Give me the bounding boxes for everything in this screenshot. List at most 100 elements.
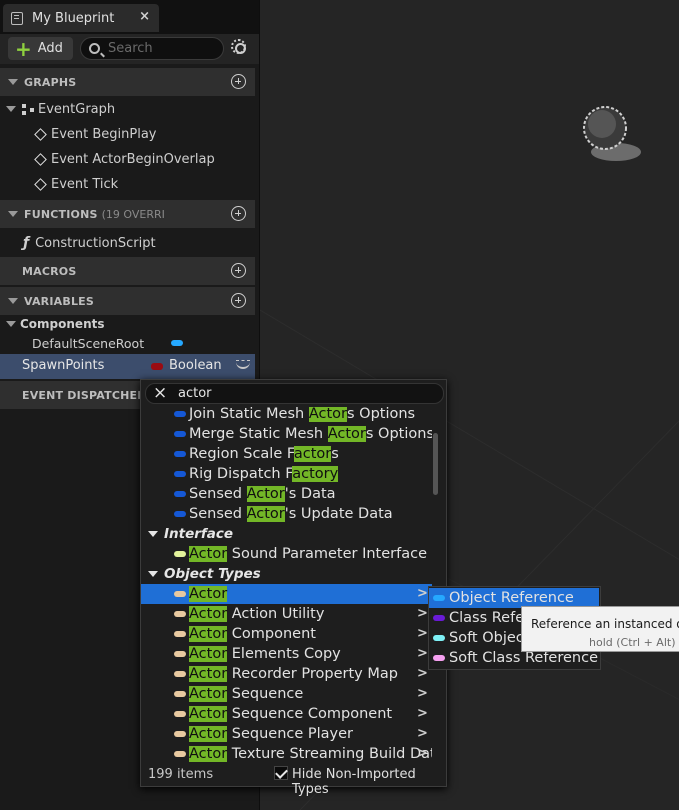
type-list-item[interactable]: Actor Recorder Property Map >	[141, 664, 432, 684]
type-list-item[interactable]: Sensed Actor's Update Data	[141, 504, 432, 524]
eye-closed-icon[interactable]	[236, 360, 250, 369]
type-list-item[interactable]: Rig Dispatch Factory	[141, 464, 432, 484]
collapse-arrow-icon[interactable]	[6, 106, 16, 112]
type-label: Actor Texture Streaming Build Data	[189, 746, 432, 762]
type-pill-icon	[174, 731, 186, 737]
type-list-item[interactable]: Actor Sequence Component >	[141, 704, 432, 724]
variable-type-label[interactable]: Boolean	[169, 358, 222, 373]
tree-item-event[interactable]: Event Tick	[0, 172, 255, 196]
chevron-right-icon[interactable]: >	[417, 684, 428, 704]
gear-icon[interactable]	[231, 39, 246, 54]
section-variables[interactable]: VARIABLES	[0, 287, 255, 315]
type-list-item[interactable]: Actor Sequence >	[141, 684, 432, 704]
type-pill-icon	[174, 491, 186, 497]
object-type-pill-icon	[171, 340, 184, 346]
type-label: Region Scale Factors	[189, 446, 339, 462]
tab-my-blueprint[interactable]: My Blueprint ×	[3, 4, 159, 32]
collapse-arrow-icon[interactable]	[8, 79, 18, 85]
chevron-right-icon[interactable]: >	[417, 744, 428, 762]
type-list-item[interactable]: Actor Action Utility >	[141, 604, 432, 624]
collapse-arrow-icon[interactable]	[8, 211, 18, 217]
type-list-item[interactable]: Region Scale Factors	[141, 444, 432, 464]
type-list-item[interactable]: Actor Sequence Player >	[141, 724, 432, 744]
close-icon[interactable]: ×	[139, 9, 150, 24]
hide-non-imported-label[interactable]: Hide Non-Imported Types	[292, 767, 446, 797]
boolean-type-pill-icon[interactable]	[151, 363, 163, 370]
type-list[interactable]: Join Static Mesh Actors Options Merge Sta…	[141, 407, 432, 762]
type-pill-icon	[433, 595, 445, 601]
type-search-input[interactable]: × actor	[145, 383, 444, 404]
document-icon	[11, 11, 23, 25]
search-placeholder: Search	[108, 41, 153, 56]
collapse-arrow-icon[interactable]	[148, 531, 158, 537]
plus-icon: +	[15, 36, 32, 61]
clear-search-icon[interactable]: ×	[153, 383, 167, 403]
add-variable-icon[interactable]	[231, 293, 246, 308]
type-list-item[interactable]: Actor >	[141, 584, 432, 604]
section-event-dispatchers[interactable]: EVENT DISPATCHERS	[0, 381, 154, 409]
type-pill-icon	[174, 431, 186, 437]
type-category[interactable]: Object Types	[141, 564, 432, 584]
type-pill-icon	[174, 451, 186, 457]
chevron-right-icon[interactable]: >	[417, 624, 428, 644]
variable-type-picker: × actor Join Static Mesh Actors Options M…	[140, 379, 447, 797]
reference-type-item[interactable]: Object Reference	[429, 588, 599, 608]
type-picker-footer: 199 items Hide Non-Imported Types	[141, 763, 446, 797]
section-label: VARIABLES	[24, 294, 94, 308]
chevron-right-icon[interactable]: >	[417, 704, 428, 724]
chevron-right-icon[interactable]: >	[417, 644, 428, 664]
chevron-right-icon[interactable]: >	[417, 664, 428, 684]
section-functions[interactable]: FUNCTIONS (19 OVERRID	[0, 200, 255, 228]
add-graph-icon[interactable]	[231, 74, 246, 89]
type-label: Actor Sequence Player	[189, 726, 354, 742]
type-list-item[interactable]: Actor Sound Parameter Interface	[141, 544, 432, 564]
type-list-item[interactable]: Merge Static Mesh Actors Options	[141, 424, 432, 444]
add-button[interactable]: + Add	[8, 37, 73, 60]
tree-item-event[interactable]: Event BeginPlay	[0, 122, 255, 146]
collapse-arrow-icon[interactable]	[6, 321, 16, 327]
hide-non-imported-checkbox[interactable]	[274, 766, 288, 780]
type-label: Join Static Mesh Actors Options	[189, 407, 416, 422]
type-pill-icon	[433, 655, 445, 661]
chevron-right-icon[interactable]: >	[417, 604, 428, 624]
type-list-item[interactable]: Sensed Actor's Data	[141, 484, 432, 504]
category-components[interactable]: Components	[0, 314, 255, 334]
section-label: FUNCTIONS	[24, 207, 98, 221]
add-function-icon[interactable]	[231, 206, 246, 221]
type-pill-icon	[174, 751, 186, 757]
type-list-item[interactable]: Actor Elements Copy >	[141, 644, 432, 664]
type-list-item[interactable]: Join Static Mesh Actors Options	[141, 407, 432, 424]
reference-type-label: Object Reference	[449, 590, 574, 606]
event-node-icon	[34, 152, 47, 166]
variable-spawn-points[interactable]: SpawnPoints Boolean	[0, 354, 255, 379]
type-pill-icon	[174, 671, 186, 677]
tree-item-event[interactable]: Event ActorBeginOverlap	[0, 147, 255, 171]
tree-item-label: Event BeginPlay	[51, 126, 157, 142]
tree-item-event-graph[interactable]: EventGraph	[0, 97, 255, 121]
section-macros[interactable]: MACROS	[0, 257, 255, 285]
type-pill-icon	[174, 511, 186, 517]
type-pill-icon	[174, 411, 186, 417]
collapse-arrow-icon[interactable]	[148, 571, 158, 577]
variable-name: SpawnPoints	[22, 358, 105, 373]
section-label: EVENT DISPATCHERS	[22, 388, 155, 402]
chevron-right-icon[interactable]: >	[417, 584, 428, 604]
chevron-right-icon[interactable]: >	[417, 724, 428, 744]
type-list-item[interactable]: Actor Texture Streaming Build Data >	[141, 744, 432, 762]
add-button-label: Add	[37, 41, 63, 56]
overrides-count: (19 OVERRID	[101, 207, 164, 221]
category-label: Object Types	[164, 566, 261, 582]
type-list-item[interactable]: Actor Component >	[141, 624, 432, 644]
add-macro-icon[interactable]	[231, 263, 246, 278]
section-graphs[interactable]: GRAPHS	[0, 68, 255, 96]
type-label: Actor Sequence Component	[189, 706, 393, 722]
type-pill-icon	[174, 711, 186, 717]
type-search-value: actor	[178, 386, 212, 401]
variable-default-scene-root[interactable]: DefaultSceneRoot	[0, 333, 255, 353]
collapse-arrow-icon[interactable]	[8, 298, 18, 304]
search-input[interactable]: Search	[80, 37, 224, 60]
type-category[interactable]: Interface	[141, 524, 432, 544]
scrollbar[interactable]	[433, 433, 438, 495]
tooltip-hint: hold (Ctrl + Alt) for more	[589, 636, 679, 649]
tree-item-construction-script[interactable]: ƒ ConstructionScript	[0, 231, 255, 255]
